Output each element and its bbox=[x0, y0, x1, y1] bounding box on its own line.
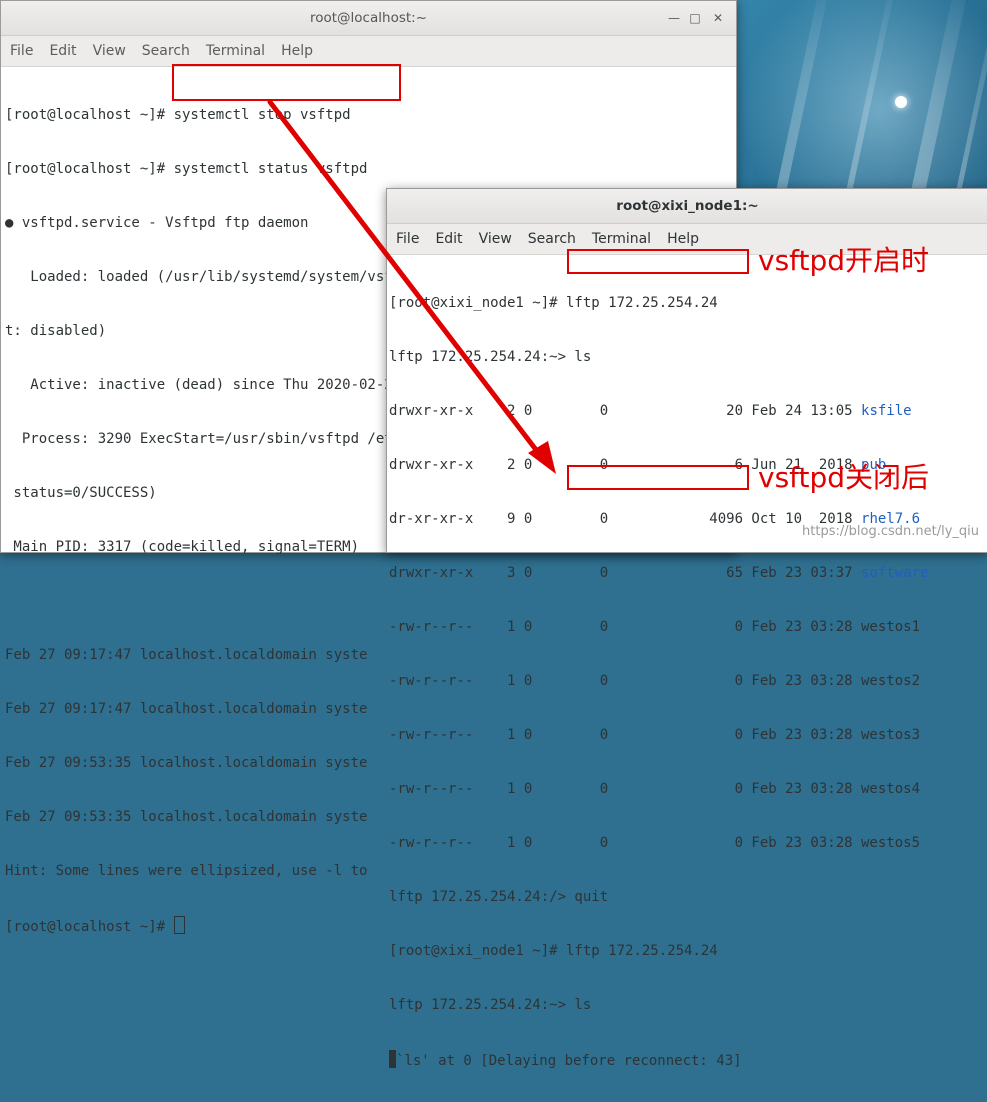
text-cursor bbox=[173, 916, 185, 934]
listing-row: -rw-r--r-- 1 0 0 0 Feb 23 03:28 westos4 bbox=[389, 781, 921, 797]
menu-file[interactable]: File bbox=[389, 231, 428, 247]
terminal-line: lftp 172.25.254.24:~> ls bbox=[389, 997, 592, 1013]
dir-name: ksfile bbox=[861, 403, 912, 419]
maximize-icon[interactable]: □ bbox=[687, 10, 703, 26]
menu-search[interactable]: Search bbox=[135, 43, 199, 59]
watermark: https://blog.csdn.net/ly_qiu bbox=[802, 524, 979, 539]
listing-row: drwxr-xr-x 3 0 0 65 Feb 23 03:37 softwar… bbox=[389, 564, 984, 582]
window-title: root@localhost:~ bbox=[309, 10, 428, 26]
menu-terminal[interactable]: Terminal bbox=[585, 231, 660, 247]
listing-row: -rw-r--r-- 1 0 0 0 Feb 23 03:28 westos1 bbox=[389, 619, 921, 635]
highlight-box bbox=[172, 64, 401, 101]
title-bar[interactable]: root@localhost:~ — □ ✕ bbox=[1, 1, 736, 36]
desktop-glow-dot bbox=[895, 96, 907, 108]
listing-meta: dr-xr-xr-x 9 0 0 4096 Oct 10 2018 bbox=[389, 511, 862, 527]
listing-row: -rw-r--r-- 1 0 0 0 Feb 23 03:28 westos5 bbox=[389, 835, 921, 851]
menu-edit[interactable]: Edit bbox=[428, 231, 471, 247]
listing-row: -rw-r--r-- 1 0 0 0 Feb 23 03:28 westos3 bbox=[389, 727, 921, 743]
minimize-icon[interactable]: — bbox=[666, 10, 682, 26]
terminal-output[interactable]: [root@xixi_node1 ~]# lftp 172.25.254.24 … bbox=[387, 255, 987, 1102]
terminal-line: `ls' at 0 [Delaying before reconnect: 43… bbox=[389, 1050, 984, 1069]
prompt-text: [root@localhost ~]# bbox=[5, 919, 174, 935]
dir-name: software bbox=[861, 565, 929, 581]
menu-help[interactable]: Help bbox=[274, 43, 322, 59]
close-icon[interactable]: ✕ bbox=[710, 10, 726, 26]
menu-file[interactable]: File bbox=[3, 43, 42, 59]
window-title: root@xixi_node1:~ bbox=[616, 198, 759, 214]
terminal-line: [root@localhost ~]# systemctl status vsf… bbox=[5, 161, 368, 177]
listing-row: drwxr-xr-x 2 0 0 20 Feb 24 13:05 ksfile bbox=[389, 402, 984, 420]
terminal-line: lftp 172.25.254.24:~> ls bbox=[389, 349, 592, 365]
menu-view[interactable]: View bbox=[472, 231, 521, 247]
terminal-line: [root@xixi_node1 ~]# lftp 172.25.254.24 bbox=[389, 295, 718, 311]
menu-help[interactable]: Help bbox=[660, 231, 708, 247]
reconnect-status: `ls' at 0 [Delaying before reconnect: 43… bbox=[396, 1053, 742, 1069]
terminal-line: lftp 172.25.254.24:/> quit bbox=[389, 889, 609, 905]
highlight-box bbox=[567, 249, 749, 274]
listing-row: -rw-r--r-- 1 0 0 0 Feb 23 03:28 westos2 bbox=[389, 673, 921, 689]
highlight-box bbox=[567, 465, 749, 490]
listing-meta: drwxr-xr-x 3 0 0 65 Feb 23 03:37 bbox=[389, 565, 862, 581]
menu-view[interactable]: View bbox=[86, 43, 135, 59]
annotation-open-label: vsftpd开启时 bbox=[758, 244, 930, 277]
menu-search[interactable]: Search bbox=[521, 231, 585, 247]
menu-terminal[interactable]: Terminal bbox=[199, 43, 274, 59]
text-cursor bbox=[389, 1050, 396, 1068]
listing-meta: drwxr-xr-x 2 0 0 20 Feb 24 13:05 bbox=[389, 403, 862, 419]
title-bar[interactable]: root@xixi_node1:~ bbox=[387, 189, 987, 224]
menu-bar: File Edit View Search Terminal Help bbox=[1, 36, 736, 67]
terminal-line: [root@localhost ~]# systemctl stop vsftp… bbox=[5, 107, 351, 123]
annotation-closed-label: vsftpd关闭后 bbox=[758, 461, 930, 494]
menu-edit[interactable]: Edit bbox=[42, 43, 85, 59]
terminal-line: [root@xixi_node1 ~]# lftp 172.25.254.24 bbox=[389, 943, 718, 959]
